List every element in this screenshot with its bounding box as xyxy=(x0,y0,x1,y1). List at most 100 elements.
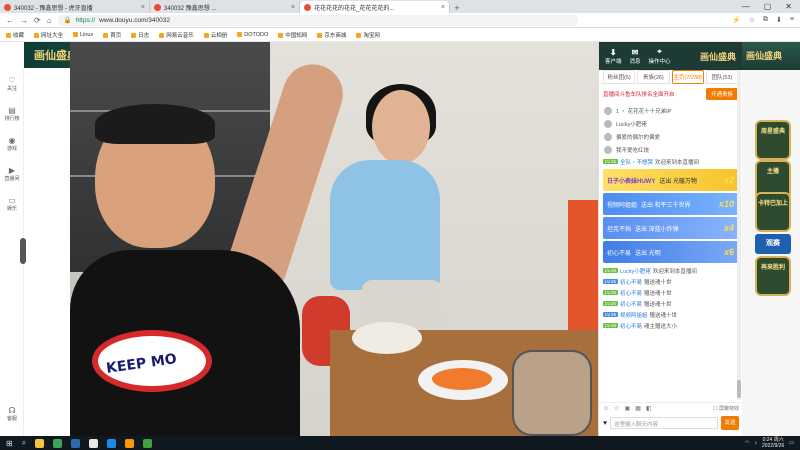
url-field[interactable]: 🔒 https://www.douyu.com/340032 xyxy=(57,14,578,26)
bookmark-item[interactable]: 中国知网 xyxy=(278,31,307,39)
favicon-icon xyxy=(154,3,161,11)
chat-message: LV.26 视频阿姐姐 赠送魂十世 xyxy=(603,312,678,319)
nav-item-rank[interactable]: ▤ 排行榜 xyxy=(0,106,24,122)
rank-row[interactable]: 1 ・ 花花花十十兄弟IP xyxy=(604,104,737,117)
home-icon[interactable]: ⌂ xyxy=(47,16,52,25)
app-icon[interactable] xyxy=(125,438,135,448)
send-button[interactable]: 发送 xyxy=(721,416,739,430)
minimize-icon[interactable]: — xyxy=(742,2,750,11)
bookmarks-bar: 收藏 网址大全 Linux 首页 日志 网易云音乐 云相册 DOTODO 中国知… xyxy=(0,28,800,42)
lightning-icon[interactable]: ⚡ xyxy=(732,16,741,24)
event-badge[interactable]: 卡特巴加上 xyxy=(755,192,791,232)
new-tab-button[interactable]: + xyxy=(450,3,464,13)
maximize-icon[interactable]: ▢ xyxy=(764,2,772,11)
storage-boxes xyxy=(568,200,598,350)
windows-start-icon[interactable]: ⊞ xyxy=(6,439,13,448)
tv-icon: ▭ xyxy=(8,196,16,205)
tab-team[interactable]: 团队(53) xyxy=(705,69,738,84)
browser-tab-2[interactable]: 340032 豫鑫思想 ... × xyxy=(150,1,300,13)
search-icon[interactable]: ⌕ xyxy=(22,438,26,448)
chat-message: LV.25 全队・不想哭 欢迎来到本直播间 xyxy=(603,159,700,166)
notification-icon[interactable]: ▭ xyxy=(789,440,794,446)
tab-nobles[interactable]: 贵族(26) xyxy=(637,69,670,84)
browser-icon[interactable] xyxy=(53,438,63,448)
chat-scrollbar[interactable] xyxy=(737,70,741,400)
forward-icon[interactable]: → xyxy=(20,16,28,25)
nav-item-live[interactable]: ▶ 直播间 xyxy=(0,166,24,182)
app-icon[interactable] xyxy=(107,438,117,448)
reload-icon[interactable]: ⟳ xyxy=(34,16,41,25)
message-link[interactable]: ✉ 消息 xyxy=(630,48,641,65)
effect-checkbox[interactable]: ☐ 屏蔽特效 xyxy=(713,405,739,412)
file-explorer-icon[interactable] xyxy=(35,438,45,448)
chat-input[interactable]: 这里输入聊天内容 xyxy=(610,417,718,429)
event-badge[interactable]: 周星盛典 xyxy=(755,120,791,160)
tab-home[interactable]: 主页(7/238) xyxy=(671,69,704,84)
event-badge[interactable]: 再来胜利 xyxy=(755,256,791,296)
gift-banner: 初心不易 送出 光明 x6 xyxy=(603,241,738,263)
app-icon[interactable] xyxy=(89,438,99,448)
bookmark-item[interactable]: Linux xyxy=(73,32,93,38)
menu-icon[interactable]: ≡ xyxy=(790,16,794,24)
close-icon[interactable]: × xyxy=(291,4,295,11)
ops-center-link[interactable]: ⌖ 操作中心 xyxy=(649,47,671,65)
food-plate xyxy=(352,322,422,354)
download-icon[interactable]: ⬇ xyxy=(776,16,782,24)
system-tray: ◠ ♪ 0:24 周六 2022/9/26 ▭ xyxy=(745,437,794,449)
watch-match-button[interactable]: 观赛 xyxy=(755,234,791,254)
nav-item-ent[interactable]: ▭ 娱乐 xyxy=(0,196,24,212)
close-icon[interactable]: × xyxy=(141,4,145,11)
bookmark-item[interactable]: 网易云音乐 xyxy=(159,31,194,39)
close-icon[interactable]: × xyxy=(441,4,445,11)
chat-message: LV.26 初心不易 赠送魂十世 xyxy=(603,279,672,286)
wifi-icon[interactable]: ◠ xyxy=(745,440,749,446)
client-link[interactable]: ⬇ 客户端 xyxy=(605,48,622,65)
gift-icon[interactable]: ▣ xyxy=(625,405,631,412)
chat-message: LV.26 初心不易 魂主赠送大小 xyxy=(603,323,678,330)
header-event-logo: 画仙盛典 xyxy=(699,52,736,63)
window-controls: — ▢ ✕ xyxy=(742,2,800,11)
bookmark-item[interactable]: 淘宝网 xyxy=(356,31,380,39)
bookmark-item[interactable]: 网址大全 xyxy=(34,31,63,39)
app-icon[interactable] xyxy=(71,438,81,448)
star-icon[interactable]: ☆ xyxy=(749,16,755,24)
back-icon[interactable]: ← xyxy=(6,16,14,25)
avatar-icon xyxy=(604,132,612,141)
bookmark-item[interactable]: 首页 xyxy=(103,31,121,39)
star-icon[interactable]: ☆ xyxy=(614,405,619,412)
image-icon[interactable]: ▦ xyxy=(635,405,641,412)
open-noble-button[interactable]: 开通贵族 xyxy=(705,88,738,100)
volume-icon[interactable]: ♪ xyxy=(755,440,758,446)
chat-messages: LV.25 全队・不想哭 欢迎来到本直播间 日子小表妹HUWY 送出 光暖万物 x2 视… xyxy=(599,156,742,331)
emoji-icon[interactable]: ☺ xyxy=(603,406,609,412)
tab-fans[interactable]: 粉丝团(5) xyxy=(603,69,636,84)
bookmark-item[interactable]: 京东商城 xyxy=(317,31,346,39)
avatar-icon xyxy=(604,106,612,115)
close-window-icon[interactable]: ✕ xyxy=(785,2,792,11)
clock[interactable]: 0:24 周六 2022/9/26 xyxy=(762,437,784,449)
food-plate xyxy=(418,360,508,400)
shirt-logo: KEEP MO xyxy=(92,330,212,392)
extension-icon[interactable]: ⧉ xyxy=(763,16,768,24)
bookmark-item[interactable]: 云相册 xyxy=(204,31,228,39)
bookmark-item[interactable]: 收藏 xyxy=(6,31,24,39)
color-icon[interactable]: ◧ xyxy=(646,405,652,412)
nav-item-follow[interactable]: ♡ 关注 xyxy=(0,76,24,92)
rank-row[interactable]: 偏爱的偶尔的偏爱 xyxy=(604,130,737,143)
favicon-icon xyxy=(304,3,311,11)
download-icon: ⬇ xyxy=(609,47,617,57)
bookmark-item[interactable]: DOTODO xyxy=(237,32,268,38)
browser-tab-3[interactable]: 花花花花的花花_花花花花的... × xyxy=(300,1,450,13)
browser-tab-1[interactable]: 340032 - 豫鑫思想 - 虎牙直播 × xyxy=(0,1,150,13)
chat-message: LV.26 初心不易 赠送魂十世 xyxy=(603,301,672,308)
heart-icon[interactable]: ♥ xyxy=(603,420,607,427)
rank-row[interactable]: Lucky小肥佬 xyxy=(604,117,737,130)
nav-item-games[interactable]: ◉ 游戏 xyxy=(0,136,24,152)
sidebar-toggle-handle[interactable] xyxy=(20,238,26,264)
nav-item-service[interactable]: ☊ 客服 xyxy=(0,406,24,422)
app-icon[interactable] xyxy=(143,438,153,448)
avatar-icon xyxy=(604,119,612,128)
rank-row[interactable]: 我不爱吃红烧 xyxy=(604,143,737,156)
browser-toolbar: ⚡ ☆ ⧉ ⬇ ≡ xyxy=(732,16,794,24)
bookmark-item[interactable]: 日志 xyxy=(131,31,149,39)
